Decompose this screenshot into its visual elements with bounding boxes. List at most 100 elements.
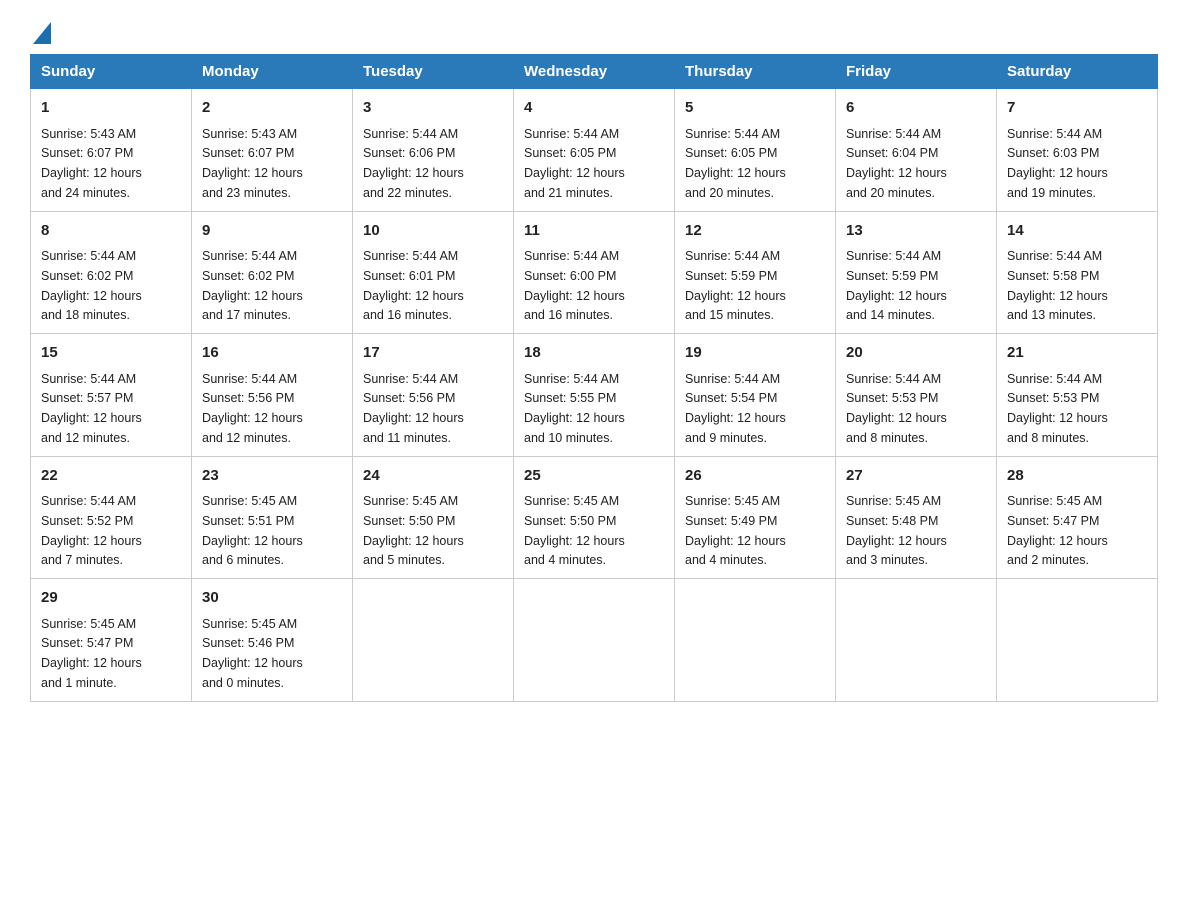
day-sunrise: Sunrise: 5:44 AM: [41, 249, 136, 263]
day-sunrise: Sunrise: 5:44 AM: [363, 249, 458, 263]
day-sunset: Sunset: 5:53 PM: [1007, 391, 1099, 405]
day-daylight: Daylight: 12 hours: [846, 411, 947, 425]
day-number: 15: [41, 342, 181, 365]
day-daylight: Daylight: 12 hours: [685, 411, 786, 425]
calendar-cell: [836, 579, 997, 702]
day-sunset: Sunset: 6:02 PM: [202, 269, 294, 283]
day-daylight2: and 15 minutes.: [685, 308, 774, 322]
day-daylight2: and 16 minutes.: [524, 308, 613, 322]
calendar-cell: [675, 579, 836, 702]
calendar-week-row: 1Sunrise: 5:43 AMSunset: 6:07 PMDaylight…: [31, 89, 1158, 212]
day-daylight2: and 4 minutes.: [524, 553, 606, 567]
day-sunset: Sunset: 5:55 PM: [524, 391, 616, 405]
calendar-cell: 17Sunrise: 5:44 AMSunset: 5:56 PMDayligh…: [353, 334, 514, 457]
day-daylight2: and 8 minutes.: [846, 431, 928, 445]
calendar-week-row: 29Sunrise: 5:45 AMSunset: 5:47 PMDayligh…: [31, 579, 1158, 702]
day-daylight2: and 13 minutes.: [1007, 308, 1096, 322]
day-sunrise: Sunrise: 5:45 AM: [524, 494, 619, 508]
day-daylight: Daylight: 12 hours: [41, 411, 142, 425]
calendar-header-row: SundayMondayTuesdayWednesdayThursdayFrid…: [31, 55, 1158, 89]
calendar-cell: [514, 579, 675, 702]
day-daylight: Daylight: 12 hours: [41, 656, 142, 670]
page-header: [30, 20, 1158, 44]
day-number: 16: [202, 342, 342, 365]
day-daylight: Daylight: 12 hours: [524, 166, 625, 180]
calendar-cell: 22Sunrise: 5:44 AMSunset: 5:52 PMDayligh…: [31, 456, 192, 579]
day-sunset: Sunset: 6:03 PM: [1007, 146, 1099, 160]
day-sunset: Sunset: 6:06 PM: [363, 146, 455, 160]
day-sunset: Sunset: 6:07 PM: [41, 146, 133, 160]
header-wednesday: Wednesday: [514, 55, 675, 89]
day-daylight: Daylight: 12 hours: [363, 166, 464, 180]
day-daylight: Daylight: 12 hours: [524, 289, 625, 303]
calendar-cell: 19Sunrise: 5:44 AMSunset: 5:54 PMDayligh…: [675, 334, 836, 457]
day-number: 27: [846, 465, 986, 488]
day-number: 7: [1007, 97, 1147, 120]
day-daylight: Daylight: 12 hours: [846, 534, 947, 548]
calendar-cell: [353, 579, 514, 702]
calendar-cell: 26Sunrise: 5:45 AMSunset: 5:49 PMDayligh…: [675, 456, 836, 579]
day-sunrise: Sunrise: 5:45 AM: [202, 494, 297, 508]
day-number: 2: [202, 97, 342, 120]
day-daylight2: and 1 minute.: [41, 676, 117, 690]
calendar-cell: 25Sunrise: 5:45 AMSunset: 5:50 PMDayligh…: [514, 456, 675, 579]
day-daylight2: and 6 minutes.: [202, 553, 284, 567]
day-sunset: Sunset: 5:54 PM: [685, 391, 777, 405]
day-sunrise: Sunrise: 5:44 AM: [524, 127, 619, 141]
day-sunset: Sunset: 5:50 PM: [524, 514, 616, 528]
logo-triangle-icon: [33, 22, 51, 44]
day-sunrise: Sunrise: 5:44 AM: [363, 372, 458, 386]
day-sunrise: Sunrise: 5:44 AM: [846, 372, 941, 386]
day-daylight2: and 12 minutes.: [41, 431, 130, 445]
day-daylight2: and 14 minutes.: [846, 308, 935, 322]
calendar-week-row: 8 Sunrise: 5:44 AM Sunset: 6:02 PM Daylight…: [31, 211, 1158, 334]
day-daylight: Daylight: 12 hours: [202, 411, 303, 425]
day-daylight2: and 4 minutes.: [685, 553, 767, 567]
day-sunset: Sunset: 5:59 PM: [685, 269, 777, 283]
day-daylight: Daylight: 12 hours: [685, 166, 786, 180]
day-sunset: Sunset: 5:49 PM: [685, 514, 777, 528]
day-sunrise: Sunrise: 5:44 AM: [846, 249, 941, 263]
day-daylight: Daylight: 12 hours: [1007, 411, 1108, 425]
day-sunset: Sunset: 5:57 PM: [41, 391, 133, 405]
header-thursday: Thursday: [675, 55, 836, 89]
day-number: 30: [202, 587, 342, 610]
day-sunrise: Sunrise: 5:45 AM: [1007, 494, 1102, 508]
day-sunrise: Sunrise: 5:45 AM: [41, 617, 136, 631]
day-daylight: Daylight: 12 hours: [363, 534, 464, 548]
calendar-cell: 9Sunrise: 5:44 AMSunset: 6:02 PMDaylight…: [192, 211, 353, 334]
day-sunrise: Sunrise: 5:44 AM: [846, 127, 941, 141]
day-daylight: Daylight: 12 hours: [202, 656, 303, 670]
calendar-cell: 2Sunrise: 5:43 AMSunset: 6:07 PMDaylight…: [192, 89, 353, 212]
day-number: 25: [524, 465, 664, 488]
day-sunset: Sunset: 5:52 PM: [41, 514, 133, 528]
calendar-cell: 30Sunrise: 5:45 AMSunset: 5:46 PMDayligh…: [192, 579, 353, 702]
day-number: 8: [41, 220, 181, 243]
day-number: 13: [846, 220, 986, 243]
calendar-cell: 13Sunrise: 5:44 AMSunset: 5:59 PMDayligh…: [836, 211, 997, 334]
day-sunset: Sunset: 5:47 PM: [1007, 514, 1099, 528]
day-sunrise: Sunrise: 5:44 AM: [202, 249, 297, 263]
calendar-cell: 28Sunrise: 5:45 AMSunset: 5:47 PMDayligh…: [997, 456, 1158, 579]
day-daylight2: and 3 minutes.: [846, 553, 928, 567]
day-sunrise: Sunrise: 5:44 AM: [41, 494, 136, 508]
day-daylight2: and 17 minutes.: [202, 308, 291, 322]
day-daylight2: and 12 minutes.: [202, 431, 291, 445]
day-number: 3: [363, 97, 503, 120]
calendar-cell: 6Sunrise: 5:44 AMSunset: 6:04 PMDaylight…: [836, 89, 997, 212]
day-daylight2: and 23 minutes.: [202, 186, 291, 200]
day-number: 19: [685, 342, 825, 365]
calendar-cell: 14Sunrise: 5:44 AMSunset: 5:58 PMDayligh…: [997, 211, 1158, 334]
calendar-cell: 3 Sunrise: 5:44 AM Sunset: 6:06 PM Daylight…: [353, 89, 514, 212]
day-sunset: Sunset: 6:07 PM: [202, 146, 294, 160]
day-sunrise: Sunrise: 5:44 AM: [1007, 127, 1102, 141]
day-number: 4: [524, 97, 664, 120]
day-sunrise: Sunrise: 5:44 AM: [363, 127, 458, 141]
calendar-cell: 4Sunrise: 5:44 AMSunset: 6:05 PMDaylight…: [514, 89, 675, 212]
calendar-week-row: 22Sunrise: 5:44 AMSunset: 5:52 PMDayligh…: [31, 456, 1158, 579]
calendar-cell: 20Sunrise: 5:44 AMSunset: 5:53 PMDayligh…: [836, 334, 997, 457]
header-saturday: Saturday: [997, 55, 1158, 89]
day-number: 17: [363, 342, 503, 365]
day-sunset: Sunset: 6:02 PM: [41, 269, 133, 283]
day-daylight2: and 16 minutes.: [363, 308, 452, 322]
